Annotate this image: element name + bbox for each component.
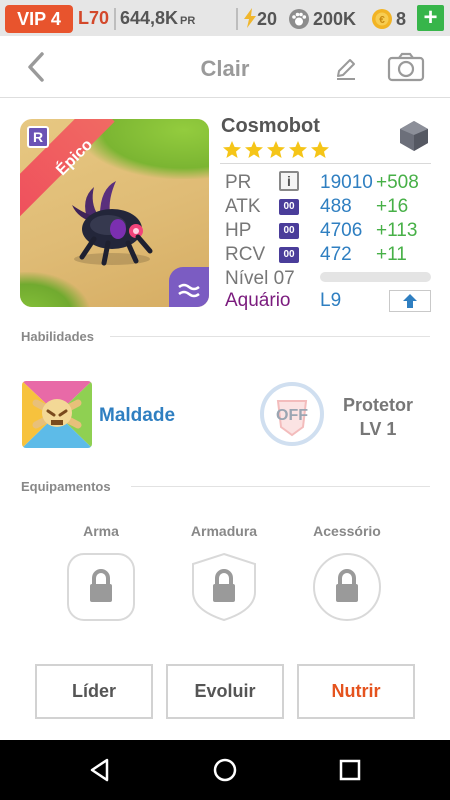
stat-label-pr: PR bbox=[225, 172, 252, 193]
stat-bonus-hp: +113 bbox=[376, 220, 418, 241]
lightning-icon bbox=[244, 8, 256, 28]
paw-icon bbox=[289, 9, 309, 29]
armor-slot-lock-icon[interactable] bbox=[189, 552, 259, 622]
level-label: Nível 07 bbox=[225, 268, 295, 289]
equip-label-weapon: Arma bbox=[83, 523, 119, 539]
player-level: L70 bbox=[78, 8, 110, 28]
equip-label-accessory: Acessório bbox=[313, 523, 381, 539]
star-icon bbox=[245, 141, 263, 158]
monster-name: Cosmobot bbox=[221, 115, 320, 137]
rarity-letter-badge: R bbox=[27, 126, 49, 148]
star-rating bbox=[222, 140, 330, 160]
energy-value: 20 bbox=[257, 9, 278, 29]
info-button[interactable]: i bbox=[279, 171, 299, 191]
passive-skill-off-icon[interactable]: OFF bbox=[259, 381, 325, 447]
arrow-up-icon bbox=[403, 294, 417, 308]
divider bbox=[220, 163, 431, 164]
stat-label-rcv: RCV bbox=[225, 244, 266, 265]
leader-button[interactable]: Líder bbox=[35, 664, 153, 719]
stat-badge-hp: 00 bbox=[279, 223, 299, 239]
stat-bonus-pr: +508 bbox=[376, 172, 419, 193]
stat-value-hp: 4706 bbox=[320, 220, 363, 241]
divider bbox=[110, 336, 430, 337]
system-navigation-bar bbox=[0, 740, 450, 800]
gold-coin-icon: € bbox=[372, 9, 392, 29]
habitat-label: Aquário bbox=[225, 290, 291, 311]
skill-maldade-icon[interactable] bbox=[22, 381, 92, 448]
stat-value-pr: 19010 bbox=[320, 172, 373, 193]
habitat-upgrade-button[interactable] bbox=[389, 290, 431, 312]
stat-badge-atk: 00 bbox=[279, 199, 299, 215]
back-triangle-icon[interactable] bbox=[87, 757, 113, 783]
stat-bonus-atk: +16 bbox=[376, 196, 409, 217]
passive-state-label: OFF bbox=[276, 407, 308, 424]
skill-name[interactable]: Maldade bbox=[99, 405, 175, 427]
coin-counter[interactable]: €8 bbox=[371, 8, 406, 30]
header: Clair bbox=[0, 36, 450, 98]
water-element-icon bbox=[169, 267, 209, 307]
add-currency-button[interactable]: + bbox=[417, 5, 444, 31]
stat-value-rcv: 472 bbox=[320, 244, 352, 265]
pencil-icon[interactable] bbox=[333, 56, 359, 82]
accessory-slot-lock-icon[interactable] bbox=[312, 552, 382, 622]
monster-detail-screen: VIP 4 L70 644,8K PR 20 200K €8 + Clair Ép… bbox=[0, 0, 450, 800]
equip-label-armor: Armadura bbox=[190, 523, 258, 539]
home-circle-icon[interactable] bbox=[212, 757, 238, 783]
food-counter[interactable]: 200K bbox=[288, 8, 356, 30]
monster-illustration bbox=[72, 181, 153, 266]
passive-skill-name: Protetor bbox=[342, 395, 413, 415]
passive-skill-level: LV 1 bbox=[359, 419, 397, 439]
stat-value-atk: 488 bbox=[320, 196, 352, 217]
star-icon bbox=[289, 141, 307, 158]
power-unit: PR bbox=[180, 15, 196, 27]
svg-text:€: € bbox=[379, 15, 385, 26]
vip-badge[interactable]: VIP 4 bbox=[5, 5, 73, 33]
evolve-button[interactable]: Evoluir bbox=[166, 664, 284, 719]
stat-bonus-rcv: +11 bbox=[376, 244, 407, 265]
divider bbox=[114, 8, 116, 30]
star-icon bbox=[223, 141, 241, 158]
power-total: 644,8K PR bbox=[120, 8, 195, 29]
section-heading-skills: Habilidades bbox=[21, 329, 94, 344]
xp-progress-bar bbox=[320, 272, 431, 282]
feed-button[interactable]: Nutrir bbox=[297, 664, 415, 719]
stat-label-hp: HP bbox=[225, 220, 252, 241]
page-title: Clair bbox=[200, 56, 250, 81]
section-heading-equipment: Equipamentos bbox=[21, 479, 111, 494]
star-icon bbox=[267, 141, 285, 158]
camera-icon[interactable] bbox=[387, 52, 425, 82]
recents-square-icon[interactable] bbox=[337, 757, 363, 783]
stone-gem-icon[interactable] bbox=[397, 119, 431, 153]
passive-skill-label: Protetor LV 1 bbox=[330, 393, 426, 441]
energy-counter[interactable]: 20 bbox=[243, 8, 277, 30]
food-value: 200K bbox=[313, 8, 357, 29]
habitat-level: L9 bbox=[320, 290, 342, 311]
weapon-slot-lock-icon[interactable] bbox=[66, 552, 136, 622]
coin-value: 8 bbox=[396, 8, 407, 29]
monster-portrait-card[interactable]: Épico R bbox=[20, 119, 209, 307]
resource-bar: VIP 4 L70 644,8K PR 20 200K €8 + bbox=[0, 0, 450, 36]
divider bbox=[236, 8, 238, 30]
power-value: 644,8K bbox=[120, 8, 179, 28]
star-icon bbox=[311, 141, 329, 158]
stat-badge-rcv: 00 bbox=[279, 247, 299, 263]
stat-label-atk: ATK bbox=[225, 196, 261, 217]
divider bbox=[131, 486, 430, 487]
